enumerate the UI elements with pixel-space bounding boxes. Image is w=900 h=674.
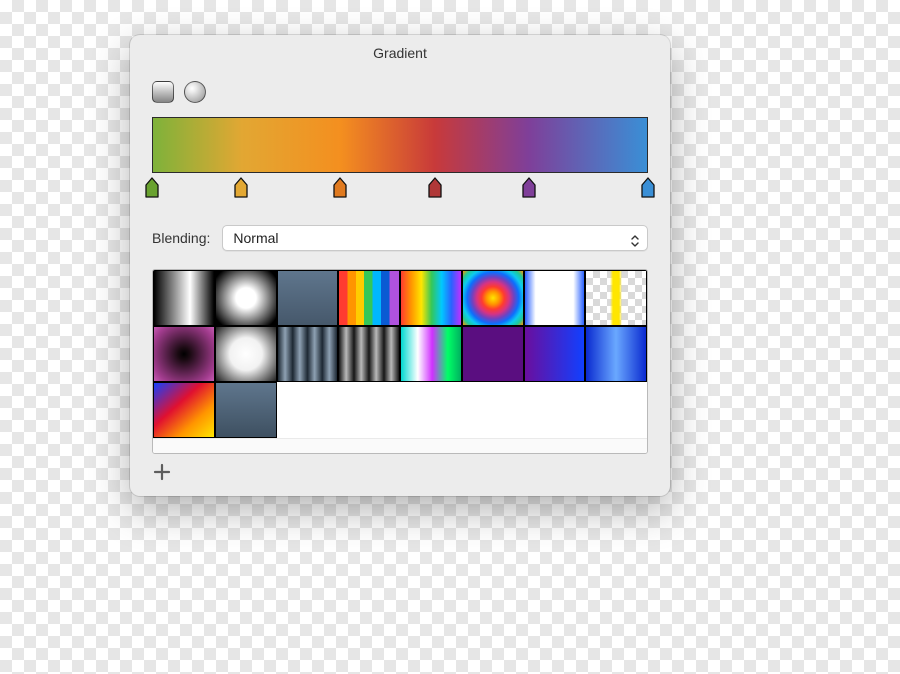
gradient-presets-box <box>152 269 648 454</box>
preset-rainbow-radial[interactable] <box>462 270 524 326</box>
preset-black-white-linear[interactable] <box>153 270 215 326</box>
gradient-panel: Gradient Blending: Normal <box>130 35 670 496</box>
preset-yellow-stripe[interactable] <box>585 270 647 326</box>
preset-steel-flat-2[interactable] <box>215 382 277 438</box>
gradient-stop[interactable] <box>641 177 655 199</box>
presets-scrollbar[interactable] <box>153 438 647 453</box>
gradient-type-row <box>152 81 648 103</box>
select-arrows-icon <box>631 231 639 245</box>
gradient-stops-track[interactable] <box>152 177 648 201</box>
panel-content: Blending: Normal <box>130 81 670 482</box>
panel-title: Gradient <box>130 35 670 81</box>
add-gradient-button[interactable] <box>152 462 172 482</box>
preset-purple-blue[interactable] <box>524 326 586 382</box>
preset-blue-edge[interactable] <box>524 270 586 326</box>
add-row <box>152 462 648 482</box>
plus-icon <box>152 462 172 482</box>
gradient-stop[interactable] <box>522 177 536 199</box>
gradient-stop[interactable] <box>145 177 159 199</box>
preset-rainbow-stripe[interactable] <box>338 270 400 326</box>
gradient-stop[interactable] <box>234 177 248 199</box>
blending-row: Blending: Normal <box>152 225 648 251</box>
preset-blue-glow[interactable] <box>585 326 647 382</box>
gradient-presets-grid <box>153 270 647 438</box>
gradient-type-radial-button[interactable] <box>184 81 206 103</box>
preset-purple-flat[interactable] <box>462 326 524 382</box>
preset-cyan-magenta-green[interactable] <box>400 326 462 382</box>
blending-value: Normal <box>233 230 278 246</box>
preset-steel-flat[interactable] <box>277 270 339 326</box>
preset-steel-ribs-1[interactable] <box>277 326 339 382</box>
blending-label: Blending: <box>152 230 210 246</box>
preset-white-radial[interactable] <box>215 270 277 326</box>
gradient-preview-bar[interactable] <box>152 117 648 173</box>
preset-blue-red-gold[interactable] <box>153 382 215 438</box>
preset-white-radial-dark[interactable] <box>215 326 277 382</box>
gradient-stop[interactable] <box>333 177 347 199</box>
blending-select[interactable]: Normal <box>222 225 648 251</box>
gradient-type-linear-button[interactable] <box>152 81 174 103</box>
preset-grey-ribs[interactable] <box>338 326 400 382</box>
preset-rainbow-smooth[interactable] <box>400 270 462 326</box>
gradient-stop[interactable] <box>428 177 442 199</box>
preset-magenta-black-radial[interactable] <box>153 326 215 382</box>
